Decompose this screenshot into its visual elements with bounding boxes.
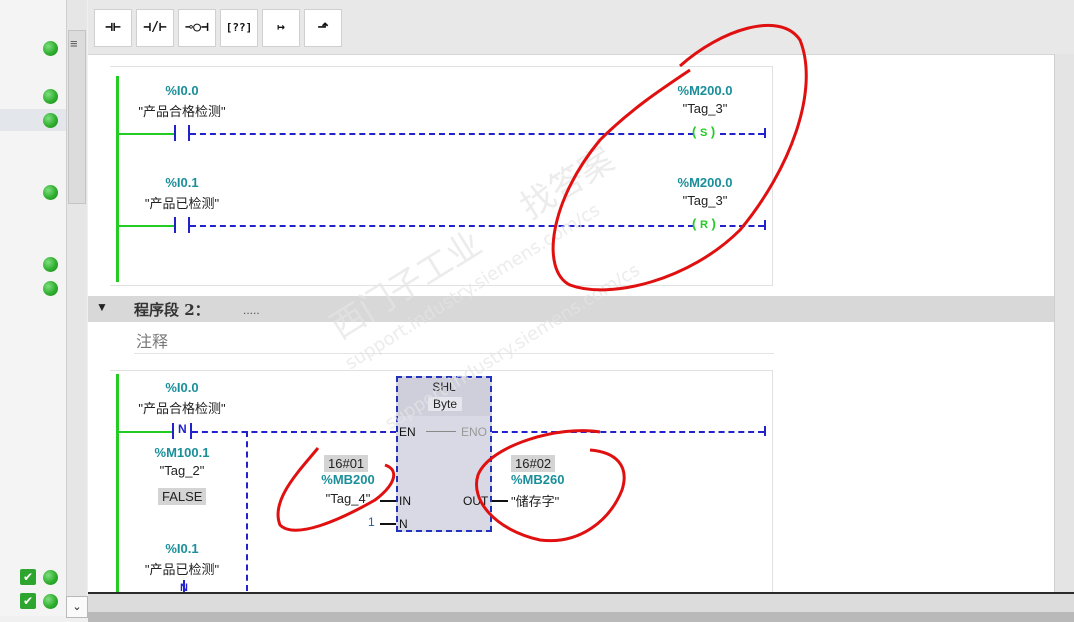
status-ok-icon (43, 185, 58, 200)
rung-end-marker (764, 220, 766, 230)
contact-wire (183, 580, 185, 592)
in-tag[interactable]: "Tag_4" (316, 491, 380, 506)
coil-tag[interactable]: "Tag_3" (672, 101, 738, 116)
close-branch-icon[interactable]: ⬏ (304, 9, 342, 47)
set-coil[interactable]: ( S ) (692, 124, 715, 139)
status-ok-icon (43, 113, 58, 128)
in-monitor-value: 16#01 (324, 455, 369, 472)
rung-wire-powered (119, 225, 174, 227)
out-tag[interactable]: "储存字" (511, 491, 559, 510)
rung-wire (190, 225, 694, 227)
contact-address[interactable]: %I0.1 (150, 175, 214, 190)
status-ok-icon (43, 89, 58, 104)
negative-edge-label[interactable]: N (178, 422, 187, 436)
rung-wire (192, 431, 396, 433)
branch-wire (246, 431, 248, 591)
contact-tag[interactable]: "产品已检测" (122, 193, 242, 212)
contact-tag[interactable]: "产品合格检测" (122, 101, 242, 120)
status-ok-icon (43, 281, 58, 296)
left-scrollbar-thumb[interactable] (68, 30, 86, 204)
shl-data-type[interactable]: Byte (428, 397, 462, 411)
rung-wire-end (720, 225, 764, 227)
contact-left-bar[interactable] (174, 217, 176, 233)
status-ok-icon (43, 257, 58, 272)
eno-pin: ENO (461, 425, 488, 439)
in-wire (380, 500, 396, 502)
horizontal-scrollbar[interactable] (88, 612, 1074, 622)
n-value[interactable]: 1 (368, 515, 375, 529)
shl-instruction-name[interactable]: SHL (398, 380, 490, 394)
menu-icon[interactable]: ≡ (70, 36, 78, 51)
checkbox-checked-icon[interactable]: ✔ (20, 593, 36, 609)
in-pin: IN (399, 494, 411, 508)
open-branch-icon[interactable]: ↦ (262, 9, 300, 47)
network-title[interactable]: 程序段 2： (134, 299, 210, 320)
coil-type-label: S (699, 127, 708, 139)
rung-wire-powered (119, 431, 174, 433)
coil-type-label: R (699, 219, 708, 231)
n-wire (380, 523, 396, 525)
scroll-down-icon[interactable]: ⌄ (66, 596, 88, 618)
network-2-header[interactable] (88, 296, 1054, 322)
en-pin: EN (399, 425, 416, 439)
rung-end-marker (764, 426, 766, 436)
in-address[interactable]: %MB200 (316, 472, 380, 487)
coil-address[interactable]: %M200.0 (672, 175, 738, 190)
out-address[interactable]: %MB260 (511, 472, 564, 487)
edge-memory-value: FALSE (158, 488, 207, 505)
power-rail (116, 76, 119, 282)
network-comment-field[interactable] (134, 325, 774, 354)
network-title-placeholder[interactable]: ..... (243, 303, 260, 317)
contact-left-bar[interactable] (172, 423, 174, 439)
rung-wire (190, 133, 694, 135)
out-pin: OUT (463, 494, 489, 508)
status-ok-icon (43, 570, 58, 585)
eno-wire (492, 431, 764, 433)
contact-tag[interactable]: "产品合格检测" (122, 398, 242, 417)
contact-address[interactable]: %I0.0 (150, 380, 214, 395)
contact-address[interactable]: %I0.0 (150, 83, 214, 98)
coil-tag[interactable]: "Tag_3" (672, 193, 738, 208)
rung-end-marker (764, 128, 766, 138)
checkbox-checked-icon[interactable]: ✔ (20, 569, 36, 585)
en-eno-link (426, 431, 456, 432)
network-comment[interactable]: 注释 (136, 328, 168, 352)
out-wire (492, 500, 508, 502)
normally-closed-contact-icon[interactable]: ⊣/⊢ (136, 9, 174, 47)
contact-left-bar[interactable] (174, 125, 176, 141)
power-rail (116, 374, 119, 592)
empty-box-icon[interactable]: [??] (220, 9, 258, 47)
rung-wire-powered (119, 133, 174, 135)
normally-open-contact-icon[interactable]: ⊣⊢ (94, 9, 132, 47)
contact-tag[interactable]: "产品已检测" (122, 559, 242, 578)
output-coil-icon[interactable]: ⊸○⊣ (178, 9, 216, 47)
status-ok-icon (43, 41, 58, 56)
collapse-triangle-icon[interactable]: ▼ (96, 300, 108, 314)
n-pin: N (399, 517, 408, 531)
reset-coil[interactable]: ( R ) (692, 216, 716, 231)
editor-right-scrollbar[interactable] (1054, 54, 1074, 614)
edge-memory-address[interactable]: %M100.1 (150, 445, 214, 460)
rung-wire-end (720, 133, 764, 135)
edge-memory-tag[interactable]: "Tag_2" (150, 463, 214, 478)
contact-address[interactable]: %I0.1 (150, 541, 214, 556)
status-ok-icon (43, 594, 58, 609)
coil-address[interactable]: %M200.0 (672, 83, 738, 98)
out-monitor-value: 16#02 (511, 455, 556, 472)
